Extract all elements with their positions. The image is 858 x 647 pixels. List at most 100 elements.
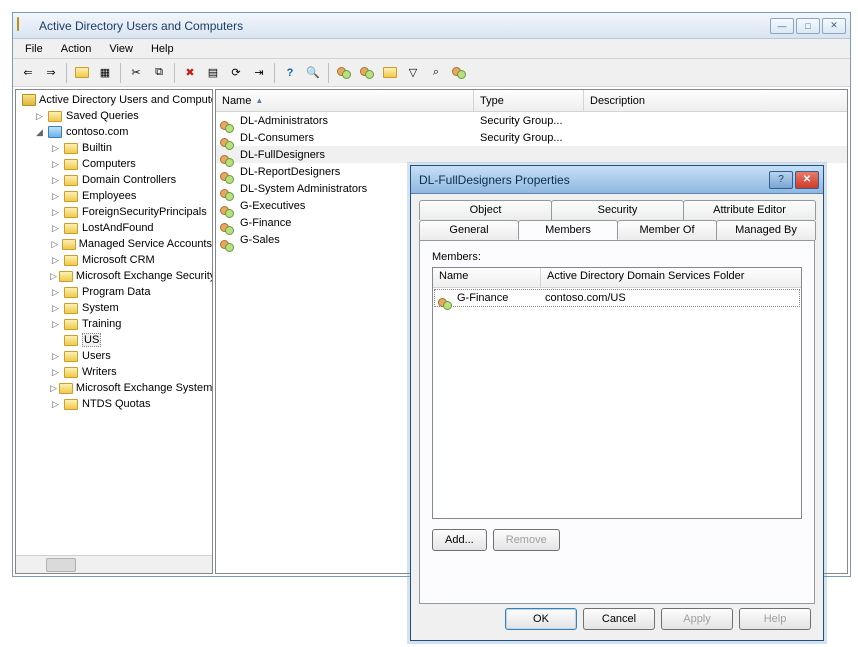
dialog-help-button[interactable]: ? (769, 171, 793, 189)
members-col-name[interactable]: Name (433, 268, 541, 287)
expander-icon[interactable]: ▷ (50, 367, 61, 378)
expander-icon[interactable]: ▷ (50, 159, 61, 170)
expander-icon[interactable]: ▷ (50, 143, 61, 154)
refresh-icon[interactable]: ⟳ (225, 62, 247, 84)
dialog-close-button[interactable]: ✕ (795, 171, 819, 189)
tree-label: Microsoft CRM (82, 254, 155, 266)
column-name[interactable]: Name▲ (216, 90, 474, 111)
tree-saved-queries[interactable]: ▷ Saved Queries (16, 108, 212, 124)
expander-icon[interactable]: ▷ (50, 255, 61, 266)
back-icon[interactable]: ⇐ (17, 62, 39, 84)
expander-icon[interactable]: ▷ (50, 399, 61, 410)
cancel-button[interactable]: Cancel (583, 608, 655, 630)
help-button[interactable]: Help (739, 608, 811, 630)
remove-button[interactable]: Remove (493, 529, 560, 551)
search-icon[interactable]: ⌕ (425, 62, 447, 84)
tree-label: Domain Controllers (82, 174, 176, 186)
ok-button[interactable]: OK (505, 608, 577, 630)
close-button[interactable]: ✕ (822, 18, 846, 34)
expander-icon[interactable]: ◢ (34, 127, 45, 138)
tab-security[interactable]: Security (551, 200, 684, 220)
menu-help[interactable]: Help (143, 41, 182, 57)
show-hide-icon[interactable]: ▦ (94, 62, 116, 84)
expander-icon[interactable]: ▷ (50, 239, 60, 250)
expander-icon[interactable]: ▷ (34, 111, 45, 122)
maximize-button[interactable]: □ (796, 18, 820, 34)
tree-item-writers[interactable]: ▷Writers (16, 364, 212, 380)
filter-icon[interactable]: ▽ (402, 62, 424, 84)
new-group-icon[interactable] (356, 62, 378, 84)
column-type[interactable]: Type (474, 90, 584, 111)
tree-item-microsoft-exchange-system-objects[interactable]: ▷Microsoft Exchange System Objects (16, 380, 212, 396)
tree-item-us[interactable]: US (16, 332, 212, 348)
tree-label: US (82, 333, 101, 347)
export-icon[interactable]: ⇥ (248, 62, 270, 84)
folder-icon (63, 204, 79, 220)
expander-icon[interactable]: ▷ (50, 383, 57, 394)
tree-item-training[interactable]: ▷Training (16, 316, 212, 332)
tree-label: Active Directory Users and Computers (39, 94, 212, 106)
up-icon[interactable] (71, 62, 93, 84)
properties-icon[interactable]: ▤ (202, 62, 224, 84)
tree-item-microsoft-exchange-security-groups[interactable]: ▷Microsoft Exchange Security Groups (16, 268, 212, 284)
menu-action[interactable]: Action (53, 41, 100, 57)
tab-general[interactable]: General (419, 220, 519, 240)
tab-members[interactable]: Members (518, 220, 618, 240)
expander-icon[interactable]: ▷ (50, 207, 61, 218)
app-icon (17, 18, 33, 34)
tree-item-managed-service-accounts[interactable]: ▷Managed Service Accounts (16, 236, 212, 252)
expander-icon[interactable]: ▷ (50, 351, 61, 362)
copy-icon[interactable]: ⧉ (148, 62, 170, 84)
tree-item-microsoft-crm[interactable]: ▷ Microsoft CRM (16, 252, 212, 268)
tree-item-system[interactable]: ▷System (16, 300, 212, 316)
cut-icon[interactable]: ✂ (125, 62, 147, 84)
tree-item-users[interactable]: ▷Users (16, 348, 212, 364)
list-row[interactable]: DL-AdministratorsSecurity Group... (216, 112, 847, 129)
tree-item-computers[interactable]: ▷Computers (16, 156, 212, 172)
tree-item-builtin[interactable]: ▷Builtin (16, 140, 212, 156)
tab-attribute-editor[interactable]: Attribute Editor (683, 200, 816, 220)
tree-root[interactable]: Active Directory Users and Computers (16, 92, 212, 108)
menu-file[interactable]: File (17, 41, 51, 57)
tree-item-program-data[interactable]: ▷Program Data (16, 284, 212, 300)
tree-item-domain-controllers[interactable]: ▷ Domain Controllers (16, 172, 212, 188)
apply-button[interactable]: Apply (661, 608, 733, 630)
add-button[interactable]: Add... (432, 529, 487, 551)
forward-icon[interactable]: ⇒ (40, 62, 62, 84)
new-user-icon[interactable] (333, 62, 355, 84)
tree-domain[interactable]: ◢contoso.com (16, 124, 212, 140)
tree-label: Saved Queries (66, 110, 139, 122)
member-folder: contoso.com/US (545, 292, 626, 304)
delete-icon[interactable]: ✖ (179, 62, 201, 84)
find-icon[interactable]: 🔍 (302, 62, 324, 84)
add-to-group-icon[interactable] (448, 62, 470, 84)
tree-label: ForeignSecurityPrincipals (82, 206, 207, 218)
tab-managed-by[interactable]: Managed By (716, 220, 816, 240)
expander-icon[interactable]: ▷ (50, 271, 57, 282)
expander-icon[interactable]: ▷ (50, 319, 61, 330)
expander-icon[interactable]: ▷ (50, 287, 61, 298)
folder-icon (63, 252, 79, 268)
members-col-folder[interactable]: Active Directory Domain Services Folder (541, 268, 801, 287)
member-row[interactable]: G-Financecontoso.com/US (434, 289, 800, 307)
list-row[interactable]: DL-ConsumersSecurity Group... (216, 129, 847, 146)
tree-horizontal-scrollbar[interactable] (16, 555, 212, 573)
tree-item-foreignsecurityprincipals[interactable]: ▷ ForeignSecurityPrincipals (16, 204, 212, 220)
column-description[interactable]: Description (584, 90, 847, 111)
tab-member-of[interactable]: Member Of (617, 220, 717, 240)
app-icon (22, 92, 36, 108)
expander-icon[interactable]: ▷ (50, 191, 61, 202)
tree-item-lostandfound[interactable]: ▷LostAndFound (16, 220, 212, 236)
tree-item-ntds-quotas[interactable]: ▷NTDS Quotas (16, 396, 212, 412)
expander-icon[interactable]: ▷ (50, 175, 61, 186)
list-row[interactable]: DL-FullDesigners (216, 146, 847, 163)
new-ou-icon[interactable] (379, 62, 401, 84)
help-icon[interactable]: ? (279, 62, 301, 84)
tab-object[interactable]: Object (419, 200, 552, 220)
expander-icon[interactable]: ▷ (50, 303, 61, 314)
minimize-button[interactable]: — (770, 18, 794, 34)
menu-view[interactable]: View (101, 41, 141, 57)
expander-icon[interactable]: ▷ (50, 223, 61, 234)
properties-dialog: DL-FullDesigners Properties ? ✕ Object S… (410, 165, 824, 641)
tree-item-employees[interactable]: ▷Employees (16, 188, 212, 204)
